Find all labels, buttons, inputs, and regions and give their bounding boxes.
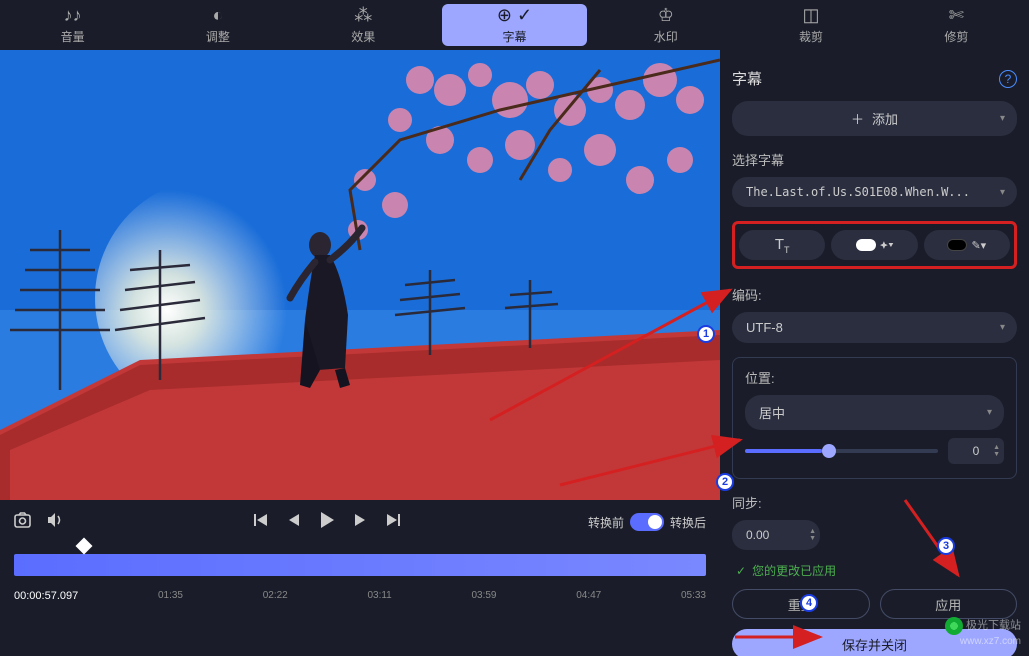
skip-fwd-icon[interactable]	[385, 512, 401, 533]
contrast-icon: ◐	[212, 5, 223, 26]
tool-effects[interactable]: ⁂效果	[291, 0, 436, 50]
wand-icon: ⁂	[354, 5, 372, 26]
chevron-down-icon: ▾	[1000, 322, 1005, 333]
tool-subtitles[interactable]: ⊕ ✓字幕	[442, 4, 587, 46]
spinner-icon[interactable]: ▲▼	[993, 444, 1000, 458]
before-label: 转换前	[588, 514, 624, 531]
playback-controls: 转换前 转换后	[0, 500, 720, 544]
text-icon: TT	[775, 236, 790, 255]
position-value-input[interactable]: 0▲▼	[948, 438, 1004, 464]
top-toolbar: ♪♪音量 ◐调整 ⁂效果 ⊕ ✓字幕 ♔水印 ◫裁剪 ✄修剪	[0, 0, 1029, 50]
after-label: 转换后	[670, 514, 706, 531]
prev-icon[interactable]	[287, 512, 301, 533]
scissors-icon: ✄	[949, 5, 964, 26]
position-select[interactable]: 居中 ▾	[745, 395, 1004, 430]
font-style-button[interactable]: TT	[739, 230, 825, 260]
subtitle-panel: 字幕 ? ＋ 添加 ▾ 选择字幕 The.Last.of.Us.S01E08.W…	[720, 50, 1029, 656]
encoding-label: 编码:	[732, 285, 1017, 304]
tool-volume[interactable]: ♪♪音量	[0, 0, 145, 50]
stamp-icon: ♔	[658, 5, 674, 26]
panel-title: 字幕	[732, 68, 762, 89]
plus-icon: ＋	[851, 109, 864, 128]
position-slider[interactable]	[745, 449, 938, 453]
apply-button[interactable]: 应用	[880, 589, 1018, 619]
black-swatch-icon	[947, 239, 967, 251]
tool-crop[interactable]: ◫裁剪	[738, 0, 883, 50]
style-controls: TT 🟆▾ ✎▾	[732, 221, 1017, 269]
spinner-icon[interactable]: ▲▼	[809, 528, 816, 542]
skip-back-icon[interactable]	[253, 512, 269, 533]
video-preview	[0, 50, 720, 500]
tool-adjust[interactable]: ◐调整	[145, 0, 290, 50]
sync-label: 同步:	[732, 493, 1017, 512]
tool-watermark[interactable]: ♔水印	[593, 0, 738, 50]
camera-icon[interactable]	[14, 512, 34, 533]
pen-icon: ✎▾	[971, 239, 986, 252]
position-section: 位置: 居中 ▾ 0▲▼	[732, 357, 1017, 479]
encoding-select[interactable]: UTF-8 ▾	[732, 312, 1017, 343]
speech-icon: ⊕ ✓	[497, 5, 532, 26]
subtitle-file-select[interactable]: The.Last.of.Us.S01E08.When.W... ▾	[732, 177, 1017, 207]
reset-button[interactable]: 重置	[732, 589, 870, 619]
tool-trim[interactable]: ✄修剪	[884, 0, 1029, 50]
logo-icon	[945, 617, 963, 635]
fill-color-button[interactable]: 🟆▾	[831, 230, 917, 260]
music-icon: ♪♪	[64, 5, 82, 26]
add-subtitle-button[interactable]: ＋ 添加 ▾	[732, 101, 1017, 136]
chevron-down-icon: ▾	[1000, 113, 1005, 124]
time-marks: 00:00:57.097 01:35 02:22 03:11 03:59 04:…	[14, 590, 706, 602]
chevron-down-icon: ▾	[1000, 187, 1005, 198]
position-label: 位置:	[745, 368, 1004, 387]
next-icon[interactable]	[353, 512, 367, 533]
timeline-track[interactable]	[14, 554, 706, 576]
chevron-down-icon: ▾	[987, 407, 992, 418]
status-message: ✓ 您的更改已应用	[736, 562, 1017, 579]
sync-value-input[interactable]: 0.00 ▲▼	[732, 520, 820, 550]
paint-icon: 🟆▾	[880, 237, 894, 254]
volume-icon[interactable]	[46, 511, 66, 534]
preview-toggle[interactable]	[630, 513, 664, 531]
play-icon[interactable]	[319, 511, 335, 534]
select-subtitle-label: 选择字幕	[732, 150, 1017, 169]
check-icon: ✓	[736, 564, 746, 578]
crop-icon: ◫	[803, 5, 820, 26]
outline-color-button[interactable]: ✎▾	[924, 230, 1010, 260]
help-icon[interactable]: ?	[999, 70, 1017, 88]
watermark: 极光下载站 www.xz7.com	[945, 617, 1021, 648]
white-swatch-icon	[856, 239, 876, 251]
timeline[interactable]: 00:00:57.097 01:35 02:22 03:11 03:59 04:…	[0, 544, 720, 604]
